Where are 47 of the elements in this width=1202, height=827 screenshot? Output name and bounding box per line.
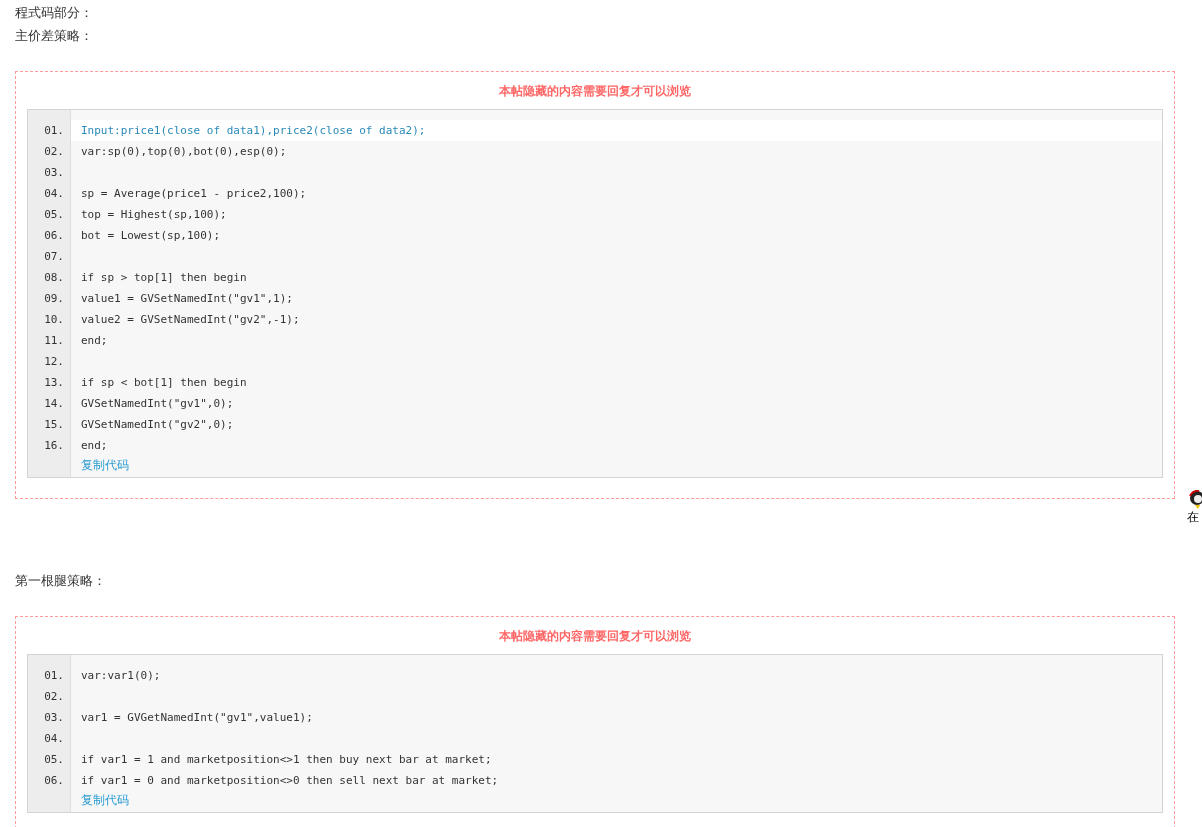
- line-number: 03.: [44, 710, 64, 726]
- line-number: 03.: [44, 165, 64, 181]
- code-line: if sp < bot[1] then begin: [80, 375, 248, 391]
- code-line: var:sp(0),top(0),bot(0),esp(0);: [80, 144, 288, 160]
- code-line: if var1 = 0 and marketposition<>0 then sell next bar at market;: [80, 773, 500, 789]
- code-line: end;: [80, 333, 109, 349]
- line-number: 16.: [44, 438, 64, 454]
- line-number: 01.: [44, 123, 64, 139]
- code-line: value1 = GVSetNamedInt("gv1",1);: [80, 291, 294, 307]
- line-number: 02.: [44, 689, 64, 705]
- line-number: 05.: [44, 207, 64, 223]
- code-line: end;: [80, 438, 109, 454]
- line-number: 06.: [44, 773, 64, 789]
- line-number: 04.: [44, 731, 64, 747]
- code-line: if var1 = 1 and marketposition<>1 then buy next bar at market;: [80, 752, 493, 768]
- line-number: 13.: [44, 375, 64, 391]
- line-number: 08.: [44, 270, 64, 286]
- mascot-icon[interactable]: [1187, 490, 1202, 510]
- intro-text: 主价差策略：: [15, 27, 93, 45]
- intro-text: 程式码部分：: [15, 4, 93, 22]
- widget-label: 在: [1187, 510, 1199, 524]
- line-number: 05.: [44, 752, 64, 768]
- line-number: 04.: [44, 186, 64, 202]
- section-heading: 第一根腿策略：: [15, 572, 106, 590]
- code-line: GVSetNamedInt("gv2",0);: [80, 417, 235, 433]
- line-number: 01.: [44, 668, 64, 684]
- line-number: 12.: [44, 354, 64, 370]
- code-line: var:var1(0);: [80, 668, 162, 684]
- line-number: 06.: [44, 228, 64, 244]
- code-line: value2 = GVSetNamedInt("gv2",-1);: [80, 312, 301, 328]
- copy-code-link[interactable]: 复制代码: [81, 456, 129, 474]
- code-line: bot = Lowest(sp,100);: [80, 228, 222, 244]
- code-line: if sp > top[1] then begin: [80, 270, 248, 286]
- hidden-content-notice: 本帖隐藏的内容需要回复才可以浏览: [499, 628, 691, 645]
- code-line: GVSetNamedInt("gv1",0);: [80, 396, 235, 412]
- line-number: 11.: [44, 333, 64, 349]
- line-number: 09.: [44, 291, 64, 307]
- copy-code-link[interactable]: 复制代码: [81, 791, 129, 809]
- hidden-content-notice: 本帖隐藏的内容需要回复才可以浏览: [499, 83, 691, 100]
- code-line: top = Highest(sp,100);: [80, 207, 228, 223]
- line-number: 15.: [44, 417, 64, 433]
- line-number: 10.: [44, 312, 64, 328]
- line-number: 02.: [44, 144, 64, 160]
- line-number: 07.: [44, 249, 64, 265]
- line-number: 14.: [44, 396, 64, 412]
- code-line: var1 = GVGetNamedInt("gv1",value1);: [80, 710, 314, 726]
- code-line: sp = Average(price1 - price2,100);: [80, 186, 308, 202]
